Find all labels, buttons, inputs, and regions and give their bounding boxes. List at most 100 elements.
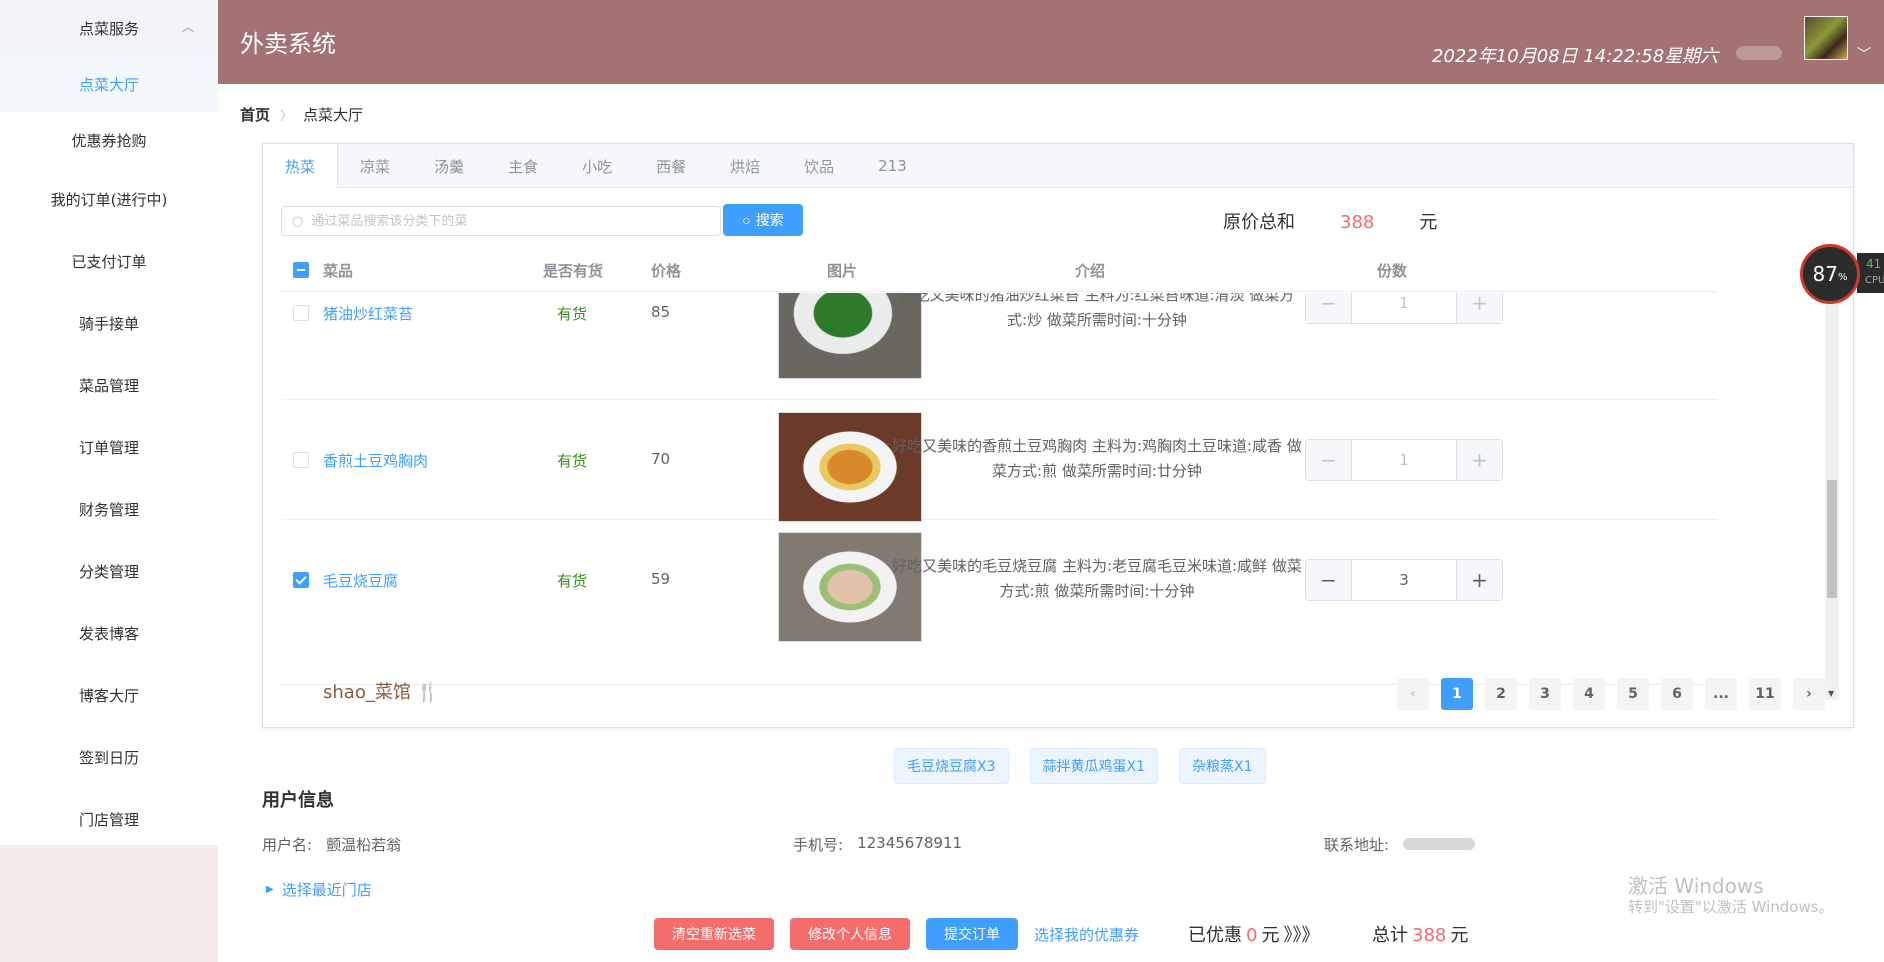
row-checkbox[interactable] <box>293 452 309 468</box>
sidebar-item-blog-hall[interactable]: 博客大厅 <box>0 664 218 726</box>
quantity-stepper[interactable]: − 3 + <box>1305 559 1503 601</box>
quantity-stepper[interactable]: − 1 + <box>1305 439 1503 481</box>
page-ellipsis[interactable]: ... <box>1705 678 1737 710</box>
table-body: 猪油炒红菜苔 有货 85 好吃又美味的猪油炒红菜苔 主料为:红菜苔味道:清淡 做… <box>281 293 1717 685</box>
original-total-unit: 元 <box>1419 212 1438 233</box>
original-total-label: 原价总和 <box>1223 212 1295 233</box>
tab-hot-dishes[interactable]: 热菜 <box>263 144 339 188</box>
tab-staples[interactable]: 主食 <box>486 144 560 188</box>
avatar[interactable] <box>1804 16 1848 60</box>
prev-page-icon[interactable]: ‹ <box>1397 678 1429 710</box>
minus-icon[interactable]: − <box>1306 560 1352 600</box>
double-arrow-icon: 》》》 <box>1283 925 1320 946</box>
page-button[interactable]: 2 <box>1485 678 1517 710</box>
sidebar-item-my-orders[interactable]: 我的订单(进行中) <box>0 168 218 230</box>
dish-intro: 好吃又美味的猪油炒红菜苔 主料为:红菜苔味道:清淡 做菜方 式:炒 做菜所需时间… <box>899 293 1295 329</box>
next-page-icon[interactable]: › <box>1793 678 1825 710</box>
dish-search: ○ <box>281 206 721 236</box>
breadcrumb-home[interactable]: 首页 <box>240 104 270 125</box>
nearest-store-toggle[interactable]: ▶ 选择最近门店 <box>266 879 372 900</box>
sidebar-item-category[interactable]: 分类管理 <box>0 540 218 602</box>
table-row: 毛豆烧豆腐 有货 59 好吃又美味的毛豆烧豆腐 主料为:老豆腐毛豆米味道:咸鲜 … <box>281 520 1717 685</box>
dish-price: 59 <box>651 570 671 588</box>
submit-order-button[interactable]: 提交订单 <box>926 918 1018 950</box>
page-button[interactable]: 6 <box>1661 678 1693 710</box>
cpu-usage-widget[interactable]: 87% <box>1800 244 1860 304</box>
original-total-amount: 388 <box>1340 212 1375 233</box>
top-header: 外卖系统 2022年10月08日 14:22:58星期六 ﹀ <box>218 0 1884 84</box>
dish-name[interactable]: 毛豆烧豆腐 <box>323 570 398 591</box>
page-button[interactable]: 1 <box>1441 678 1473 710</box>
tab-213[interactable]: 213 <box>856 144 929 188</box>
plus-icon[interactable]: + <box>1456 440 1502 480</box>
plus-icon[interactable]: + <box>1456 293 1502 323</box>
shop-name: shao_菜馆 🍴 <box>323 682 439 703</box>
minus-icon[interactable]: − <box>1306 440 1352 480</box>
pagination: ‹ 1 2 3 4 5 6 ... 11 › <box>1397 678 1825 710</box>
selected-dishes: 毛豆烧豆腐X3 蒜拌黄瓜鸡蛋X1 杂粮蒸X1 <box>894 748 1266 784</box>
menu-card: 热菜 凉菜 汤羹 主食 小吃 西餐 烘焙 饮品 213 ○ ○ 搜索 原价总和 … <box>262 143 1854 728</box>
page-button[interactable]: 11 <box>1749 678 1781 710</box>
page-button[interactable]: 4 <box>1573 678 1605 710</box>
choose-coupon-link[interactable]: 选择我的优惠券 <box>1034 924 1139 945</box>
sidebar-item-paid-orders[interactable]: 已支付订单 <box>0 230 218 292</box>
fork-knife-icon: 🍴 <box>416 682 439 703</box>
selected-dish-tag[interactable]: 杂粮蒸X1 <box>1179 748 1266 784</box>
minus-icon[interactable]: − <box>1306 293 1352 323</box>
clear-selection-button[interactable]: 清空重新选菜 <box>654 918 774 950</box>
sidebar-item-post-blog[interactable]: 发表博客 <box>0 602 218 664</box>
col-image: 图片 <box>827 262 858 280</box>
sidebar-group-ordering[interactable]: 点菜服务 ︿ <box>0 0 218 56</box>
row-checkbox[interactable] <box>293 572 309 588</box>
quantity-stepper[interactable]: − 1 + <box>1305 293 1503 324</box>
sidebar-item-store-mgmt[interactable]: 门店管理 <box>0 788 218 850</box>
selected-dish-tag[interactable]: 毛豆烧豆腐X3 <box>894 748 1009 784</box>
sidebar-item-ordering-hall[interactable]: 点菜大厅 <box>0 56 218 112</box>
phone-field: 手机号: 12345678911 <box>793 834 963 854</box>
scroll-down-icon[interactable]: ▼ <box>1828 689 1834 698</box>
selected-dish-tag[interactable]: 蒜拌黄瓜鸡蛋X1 <box>1029 748 1158 784</box>
sidebar-item-rider[interactable]: 骑手接单 <box>0 292 218 354</box>
select-all-checkbox[interactable] <box>293 262 309 278</box>
sidebar-item-dish-mgmt[interactable]: 菜品管理 <box>0 354 218 416</box>
row-checkbox[interactable] <box>293 305 309 321</box>
tab-cold-dishes[interactable]: 凉菜 <box>338 144 412 188</box>
page-button[interactable]: 3 <box>1529 678 1561 710</box>
windows-activation-title: 激活 Windows <box>1628 874 1764 898</box>
chevron-right-icon: 〉 <box>280 109 294 124</box>
breadcrumb-current: 点菜大厅 <box>303 106 364 124</box>
tab-drinks[interactable]: 饮品 <box>782 144 856 188</box>
category-tabs: 热菜 凉菜 汤羹 主食 小吃 西餐 烘焙 饮品 213 <box>263 144 1853 188</box>
tab-snacks[interactable]: 小吃 <box>560 144 634 188</box>
chevron-up-icon: ︿ <box>182 20 195 34</box>
sidebar-item-finance[interactable]: 财务管理 <box>0 478 218 540</box>
stock-status: 有货 <box>557 305 588 323</box>
col-qty: 份数 <box>1377 262 1408 280</box>
dish-price: 70 <box>651 450 671 468</box>
search-button[interactable]: ○ 搜索 <box>723 204 803 236</box>
dish-price: 85 <box>651 303 671 321</box>
address-field: 联系地址: <box>1324 834 1476 855</box>
scrollbar-thumb[interactable] <box>1827 480 1837 598</box>
dish-intro: 好吃又美味的毛豆烧豆腐 主料为:老豆腐毛豆米味道:咸鲜 做菜 方式:煎 做菜所需… <box>892 557 1302 600</box>
col-stock: 是否有货 <box>543 262 604 280</box>
tab-baking[interactable]: 烘焙 <box>708 144 782 188</box>
sidebar-item-coupon-grab[interactable]: 优惠券抢购 <box>0 112 218 168</box>
chevron-down-icon[interactable]: ﹀ <box>1857 44 1871 64</box>
user-info-title: 用户信息 <box>262 790 334 811</box>
sidebar-item-order-mgmt[interactable]: 订单管理 <box>0 416 218 478</box>
tab-soups[interactable]: 汤羹 <box>412 144 486 188</box>
search-input[interactable] <box>311 213 702 229</box>
stock-status: 有货 <box>557 572 588 590</box>
tab-western[interactable]: 西餐 <box>634 144 708 188</box>
edit-profile-button[interactable]: 修改个人信息 <box>790 918 910 950</box>
table-scrollbar[interactable]: ▼ <box>1825 304 1839 700</box>
page-button[interactable]: 5 <box>1617 678 1649 710</box>
table-row: 香煎土豆鸡胸肉 有货 70 好吃又美味的香煎土豆鸡胸肉 主料为:鸡胸肉土豆味道:… <box>281 400 1717 522</box>
dish-name[interactable]: 猪油炒红菜苔 <box>323 303 413 324</box>
discount-summary: 已优惠 0 元 》》》 <box>1188 921 1319 947</box>
address-blurred <box>1403 838 1476 850</box>
sidebar-item-checkin[interactable]: 签到日历 <box>0 726 218 788</box>
plus-icon[interactable]: + <box>1456 560 1502 600</box>
dish-name[interactable]: 香煎土豆鸡胸肉 <box>323 450 428 471</box>
